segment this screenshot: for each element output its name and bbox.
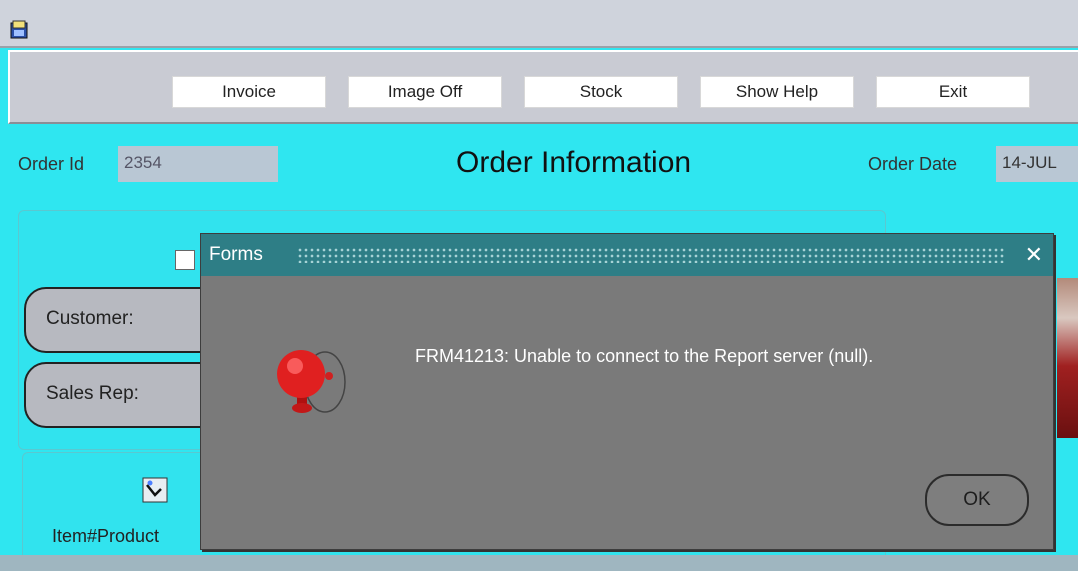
checkbox[interactable] xyxy=(175,250,195,270)
sales-rep-field[interactable]: Sales Rep: xyxy=(24,362,224,428)
page-title: Order Information xyxy=(456,146,692,179)
item-row-strip xyxy=(0,555,1078,571)
ok-button[interactable]: OK xyxy=(925,474,1029,526)
title-bar-grip xyxy=(297,247,1005,263)
order-date-field[interactable]: 14-JUL xyxy=(996,146,1078,182)
item-product-header: Item#Product xyxy=(52,526,160,546)
image-off-button[interactable]: Image Off xyxy=(348,76,502,108)
forms-dialog: Forms ✕ FRM41213: Unable to connect to t… xyxy=(200,233,1054,550)
app-icon xyxy=(10,20,28,39)
alarm-bell-icon xyxy=(277,350,346,413)
show-help-button[interactable]: Show Help xyxy=(700,76,854,108)
invoice-button[interactable]: Invoice xyxy=(172,76,326,108)
sales-rep-label: Sales Rep: xyxy=(46,383,139,404)
dialog-title-bar: Forms ✕ xyxy=(201,234,1053,276)
toolbar: Invoice Image Off Stock Show Help Exit xyxy=(8,50,1078,124)
stock-button[interactable]: Stock xyxy=(524,76,678,108)
dialog-message: FRM41213: Unable to connect to the Repor… xyxy=(415,346,874,366)
order-id-label: Order Id xyxy=(18,154,85,174)
product-image xyxy=(1057,278,1078,438)
dialog-title: Forms xyxy=(209,244,263,265)
close-icon[interactable]: ✕ xyxy=(1025,242,1043,268)
window-title-bar xyxy=(0,0,1078,48)
image-picker-icon[interactable] xyxy=(142,477,168,503)
order-id-field[interactable]: 2354 xyxy=(118,146,278,182)
order-date-label: Order Date xyxy=(868,154,958,174)
exit-button[interactable]: Exit xyxy=(876,76,1030,108)
customer-field[interactable]: Customer: xyxy=(24,287,224,353)
customer-label: Customer: xyxy=(46,308,134,329)
